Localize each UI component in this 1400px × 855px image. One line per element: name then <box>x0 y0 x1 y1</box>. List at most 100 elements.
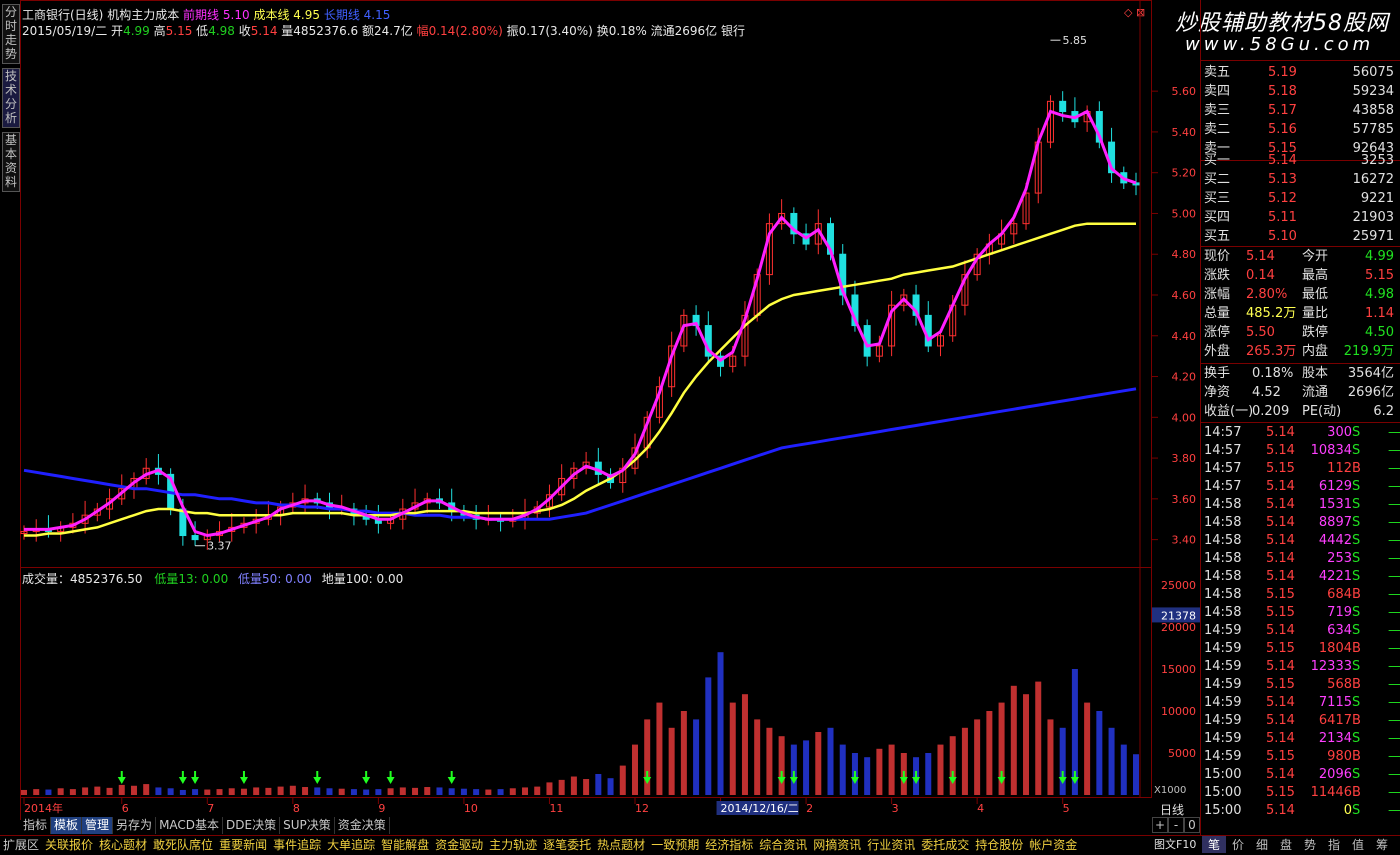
bottom-tab[interactable]: 核心题材 <box>96 836 150 854</box>
buy-arrow-stem <box>365 771 368 778</box>
bid-row: 买四 5.11 21903 <box>1202 209 1398 227</box>
tick-trend-dash: — <box>1388 479 1400 494</box>
quote-label: 现价 <box>1204 249 1231 264</box>
bottom-tab[interactable]: 综合资讯 <box>756 836 810 854</box>
toolbar-button[interactable]: SUP决策 <box>280 817 335 834</box>
tab-technical[interactable]: 技术分析 <box>2 68 20 128</box>
time-tick-label: 10 <box>464 802 478 815</box>
bottom-tab[interactable]: 资金驱动 <box>432 836 486 854</box>
buy-arrow-stem <box>853 771 856 778</box>
bottom-tab[interactable]: 事件追踪 <box>270 836 324 854</box>
toolbar-button[interactable]: 管理 <box>82 817 114 834</box>
vol-ma13: 低量13: 0.00 <box>154 572 229 586</box>
right-tab[interactable]: 指 <box>1322 836 1346 853</box>
right-tab[interactable]: 筹 <box>1370 836 1394 853</box>
zoom-out-button[interactable]: - <box>1168 817 1184 833</box>
tick-trend-dash: — <box>1388 461 1400 476</box>
tick-volume: 2096 <box>1318 767 1352 782</box>
bottom-tab[interactable]: 一致预期 <box>648 836 702 854</box>
tick-trend-dash: — <box>1388 695 1400 710</box>
buy-arrow-icon <box>362 777 371 784</box>
bottom-tab[interactable]: 热点题材 <box>594 836 648 854</box>
bottom-tab[interactable]: 经济指标 <box>702 836 756 854</box>
volume-bar <box>937 744 944 795</box>
tick-volume: 4221 <box>1318 569 1352 584</box>
bottom-tab[interactable]: 网摘资讯 <box>810 836 864 854</box>
toolbar-button[interactable]: MACD基本 <box>156 817 224 834</box>
quote-value-2: 4.99 <box>1365 249 1394 264</box>
right-tab[interactable]: 笔 <box>1202 836 1226 853</box>
time-tick-label: 7 <box>207 802 214 815</box>
toolbar-button[interactable]: 另存为 <box>113 817 157 834</box>
volume-bars <box>21 652 1139 795</box>
volume-bar <box>387 788 394 795</box>
right-tab[interactable]: 细 <box>1250 836 1274 853</box>
right-tab[interactable]: 势 <box>1298 836 1322 853</box>
buy-arrow-icon <box>386 777 395 784</box>
volume-cursor-value: 21378 <box>1161 609 1196 622</box>
buy-arrow-stem <box>792 771 795 778</box>
fund-label: 净资 <box>1204 385 1231 400</box>
quote-value: 5.14 <box>1246 249 1275 264</box>
bottom-tab[interactable]: 扩展区 <box>0 836 42 854</box>
volume-bar <box>570 776 577 795</box>
price-tick-label: 5.20 <box>1172 167 1197 180</box>
bottom-tab[interactable]: 委托成交 <box>918 836 972 854</box>
volume-bar <box>1047 719 1054 795</box>
tick-trend-dash: — <box>1388 623 1400 638</box>
toolbar-button[interactable]: 指标 <box>20 817 52 834</box>
volume-bar <box>399 787 406 795</box>
tab-fundamental[interactable]: 基本资料 <box>2 132 20 192</box>
volume-bar <box>1010 685 1017 795</box>
buy-arrow-stem <box>951 771 954 778</box>
time-tick-label: 11 <box>549 802 563 815</box>
bid-volume: 25971 <box>1352 229 1394 244</box>
bottom-tab[interactable]: 关联报价 <box>42 836 96 854</box>
bottom-tab[interactable]: 敢死队席位 <box>150 836 216 854</box>
bottom-tab[interactable]: 主力轨迹 <box>486 836 540 854</box>
toolbar-button[interactable]: DDE决策 <box>223 817 281 834</box>
ma-short-line <box>24 109 1137 538</box>
price-tick-label: 3.60 <box>1172 493 1197 506</box>
right-tab[interactable]: 价 <box>1226 836 1250 853</box>
zoom-in-button[interactable]: + <box>1152 817 1168 833</box>
tick-trend-dash: — <box>1388 551 1400 566</box>
tick-trend-dash: — <box>1388 587 1400 602</box>
kline-chart[interactable]: 5.85 3.37 2014年 6 7 8 9 10 11 12 2014/12/16/二 2 3 4 5 <box>20 0 1152 835</box>
toolbar-button[interactable]: 模板 <box>51 817 83 834</box>
volume-bar <box>375 789 382 795</box>
period-label[interactable]: 日线 <box>1160 801 1184 818</box>
tick-time: 14:59 <box>1204 731 1242 746</box>
toolbar-button[interactable]: 资金决策 <box>335 817 390 834</box>
tick-row: 15:00 5.14 0 S — <box>1202 802 1400 820</box>
bottom-tab[interactable]: 逐笔委托 <box>540 836 594 854</box>
tick-price: 5.14 <box>1266 623 1295 638</box>
tick-time: 14:58 <box>1204 569 1242 584</box>
tick-price: 5.15 <box>1266 605 1295 620</box>
right-tab[interactable]: 值 <box>1346 836 1370 853</box>
tick-price: 5.15 <box>1266 461 1295 476</box>
bottom-tab[interactable]: 智能解盘 <box>378 836 432 854</box>
volume-bar <box>363 789 370 795</box>
volume-bar <box>436 787 443 795</box>
fund-label: 收益(一) <box>1204 404 1254 419</box>
bottom-tab[interactable]: 帐户资金 <box>1026 836 1080 854</box>
tick-side: S <box>1352 659 1361 674</box>
bid-row: 买五 5.10 25971 <box>1202 228 1398 246</box>
zoom-reset-button[interactable]: 0 <box>1184 817 1200 833</box>
tick-side: S <box>1352 569 1361 584</box>
bottom-tab[interactable]: 持仓股份 <box>972 836 1026 854</box>
volume-bar <box>497 789 504 795</box>
tick-side: S <box>1352 605 1361 620</box>
tab-intraday[interactable]: 分时走势 <box>2 4 20 64</box>
bid-price: 5.11 <box>1268 210 1297 225</box>
price-tick-label: 4.40 <box>1172 330 1197 343</box>
right-tab[interactable]: 盘 <box>1274 836 1298 853</box>
bottom-tab[interactable]: 行业资讯 <box>864 836 918 854</box>
tick-time: 15:00 <box>1204 767 1242 782</box>
f10-tab[interactable]: 图文F10 <box>1154 836 1196 852</box>
bottom-tab[interactable]: 大单追踪 <box>324 836 378 854</box>
right-tab-bar: 笔价细盘势指值筹 <box>1202 836 1394 853</box>
tick-time: 14:59 <box>1204 713 1242 728</box>
bottom-tab[interactable]: 重要新闻 <box>216 836 270 854</box>
